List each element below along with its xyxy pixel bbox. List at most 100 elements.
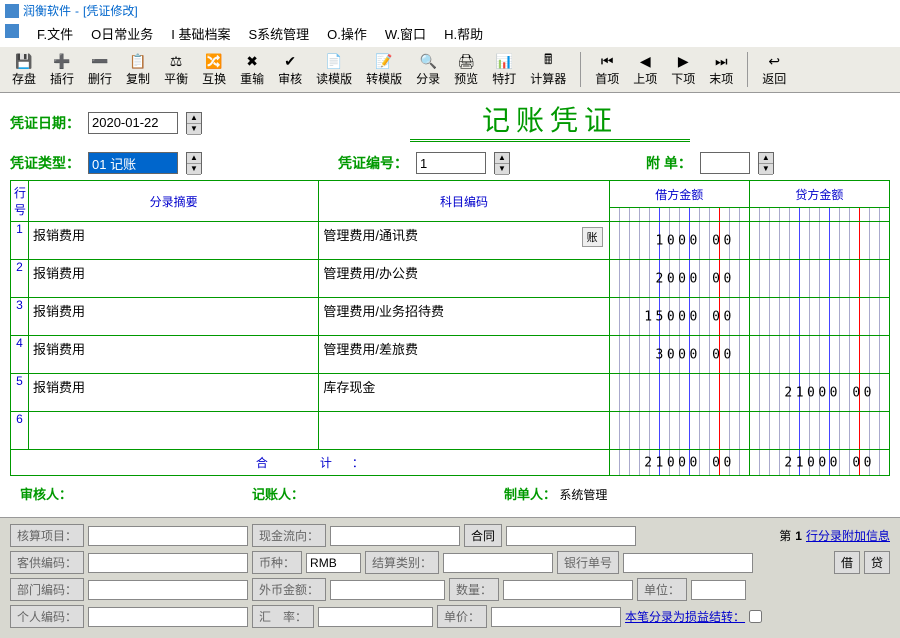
- tool-分录[interactable]: 🔍分录: [412, 50, 444, 89]
- input-currency[interactable]: [306, 553, 361, 573]
- menu-help[interactable]: H.帮助: [444, 24, 483, 43]
- btn-person[interactable]: 个人编码：: [10, 605, 84, 628]
- btn-credit[interactable]: 贷: [864, 551, 890, 574]
- menu-system[interactable]: S系统管理: [248, 24, 309, 43]
- tool-特打[interactable]: 📊特打: [488, 50, 520, 89]
- tool-label: 复制: [126, 70, 150, 87]
- input-settle-type[interactable]: [443, 553, 553, 573]
- cell-subject[interactable]: 库存现金: [319, 374, 609, 412]
- btn-debit[interactable]: 借: [834, 551, 860, 574]
- cell-subject[interactable]: 管理费用/办公费: [319, 260, 609, 298]
- tool-复制[interactable]: 📋复制: [122, 50, 154, 89]
- btn-account-item[interactable]: 核算项目：: [10, 524, 84, 547]
- tool-末项[interactable]: ⏭末项: [705, 50, 737, 89]
- cell-summary[interactable]: [29, 412, 319, 450]
- tool-预览[interactable]: 🖨预览: [450, 50, 482, 89]
- tool-删行[interactable]: ➖删行: [84, 50, 116, 89]
- menu-daily[interactable]: O日常业务: [91, 24, 153, 43]
- vno-spinner[interactable]: ▲▼: [494, 152, 510, 174]
- btn-unit[interactable]: 单位：: [637, 578, 687, 601]
- input-account-item[interactable]: [88, 526, 248, 546]
- date-spinner[interactable]: ▲▼: [186, 112, 202, 134]
- cell-debit[interactable]: [609, 412, 749, 450]
- tool-下项[interactable]: ▶下项: [667, 50, 699, 89]
- cell-debit[interactable]: [609, 374, 749, 412]
- input-rate[interactable]: [318, 607, 433, 627]
- menu-archive[interactable]: I 基础档案: [171, 24, 230, 43]
- tool-互换[interactable]: 🔀互换: [198, 50, 230, 89]
- cell-debit[interactable]: 2000 00: [609, 260, 749, 298]
- input-supplier[interactable]: [88, 553, 248, 573]
- menu-operate[interactable]: O.操作: [327, 24, 367, 43]
- cell-credit[interactable]: [749, 298, 889, 336]
- tool-上项[interactable]: ◀上项: [629, 50, 661, 89]
- cell-credit[interactable]: [749, 336, 889, 374]
- cell-summary[interactable]: 报销费用: [29, 298, 319, 336]
- input-qty[interactable]: [503, 580, 633, 600]
- tool-平衡[interactable]: ⚖平衡: [160, 50, 192, 89]
- cell-credit[interactable]: [749, 260, 889, 298]
- menu-window[interactable]: W.窗口: [385, 24, 426, 43]
- attach-spinner[interactable]: ▲▼: [758, 152, 774, 174]
- btn-settle-type[interactable]: 结算类别：: [365, 551, 439, 574]
- cell-debit[interactable]: 15000 00: [609, 298, 749, 336]
- type-spinner[interactable]: ▲▼: [186, 152, 202, 174]
- type-input[interactable]: [88, 152, 178, 174]
- table-row[interactable]: 6: [11, 412, 890, 450]
- tool-计算器[interactable]: 🖩计算器: [526, 50, 570, 89]
- input-bank-no[interactable]: [623, 553, 753, 573]
- vno-input[interactable]: [416, 152, 486, 174]
- btn-contract[interactable]: 合同: [464, 524, 502, 547]
- attach-input[interactable]: [700, 152, 750, 174]
- btn-supplier[interactable]: 客供编码：: [10, 551, 84, 574]
- table-row[interactable]: 5 报销费用 库存现金 21000 00: [11, 374, 890, 412]
- cell-summary[interactable]: 报销费用: [29, 336, 319, 374]
- tool-插行[interactable]: ➕插行: [46, 50, 78, 89]
- input-price[interactable]: [491, 607, 621, 627]
- cell-debit[interactable]: 1000 00: [609, 222, 749, 260]
- cell-credit[interactable]: [749, 222, 889, 260]
- btn-price[interactable]: 单价：: [437, 605, 487, 628]
- tool-重输[interactable]: ✖重输: [236, 50, 268, 89]
- cell-summary[interactable]: 报销费用: [29, 374, 319, 412]
- btn-dept[interactable]: 部门编码：: [10, 578, 84, 601]
- tool-存盘[interactable]: 💾存盘: [8, 50, 40, 89]
- btn-qty[interactable]: 数量：: [449, 578, 499, 601]
- cell-subject[interactable]: [319, 412, 609, 450]
- input-person[interactable]: [88, 607, 248, 627]
- cell-summary[interactable]: 报销费用: [29, 260, 319, 298]
- input-unit[interactable]: [691, 580, 746, 600]
- 特打-icon: 📊: [494, 52, 514, 70]
- menu-file[interactable]: F.文件: [37, 24, 73, 43]
- date-input[interactable]: [88, 112, 178, 134]
- table-row[interactable]: 1 报销费用 管理费用/通讯费账 1000 00: [11, 222, 890, 260]
- cell-subject[interactable]: 管理费用/通讯费账: [319, 222, 609, 260]
- cell-debit[interactable]: 3000 00: [609, 336, 749, 374]
- btn-foreign-amt[interactable]: 外币金额：: [252, 578, 326, 601]
- input-dept[interactable]: [88, 580, 248, 600]
- cell-summary[interactable]: 报销费用: [29, 222, 319, 260]
- btn-rate[interactable]: 汇 率：: [252, 605, 314, 628]
- input-cashflow[interactable]: [330, 526, 460, 546]
- acct-lookup-button[interactable]: 账: [582, 227, 603, 247]
- table-row[interactable]: 2 报销费用 管理费用/办公费 2000 00: [11, 260, 890, 298]
- btn-bank-no[interactable]: 银行单号: [557, 551, 619, 574]
- tool-首项[interactable]: ⏮首项: [591, 50, 623, 89]
- chk-profit-loss-label[interactable]: 本笔分录为损益结转：: [625, 608, 745, 625]
- btn-currency[interactable]: 币种：: [252, 551, 302, 574]
- table-row[interactable]: 3 报销费用 管理费用/业务招待费 15000 00: [11, 298, 890, 336]
- chk-profit-loss[interactable]: [749, 610, 762, 623]
- input-foreign-amt[interactable]: [330, 580, 445, 600]
- cell-credit[interactable]: 21000 00: [749, 374, 889, 412]
- cell-subject[interactable]: 管理费用/业务招待费: [319, 298, 609, 336]
- cell-credit[interactable]: [749, 412, 889, 450]
- link-attach-info[interactable]: 行分录附加信息: [806, 527, 890, 544]
- tool-审核[interactable]: ✔审核: [274, 50, 306, 89]
- input-contract[interactable]: [506, 526, 636, 546]
- table-row[interactable]: 4 报销费用 管理费用/差旅费 3000 00: [11, 336, 890, 374]
- cell-subject[interactable]: 管理费用/差旅费: [319, 336, 609, 374]
- btn-cashflow[interactable]: 现金流向：: [252, 524, 326, 547]
- tool-转模版[interactable]: 📝转模版: [362, 50, 406, 89]
- tool-返回[interactable]: ↩返回: [758, 50, 790, 89]
- tool-读模版[interactable]: 📄读模版: [312, 50, 356, 89]
